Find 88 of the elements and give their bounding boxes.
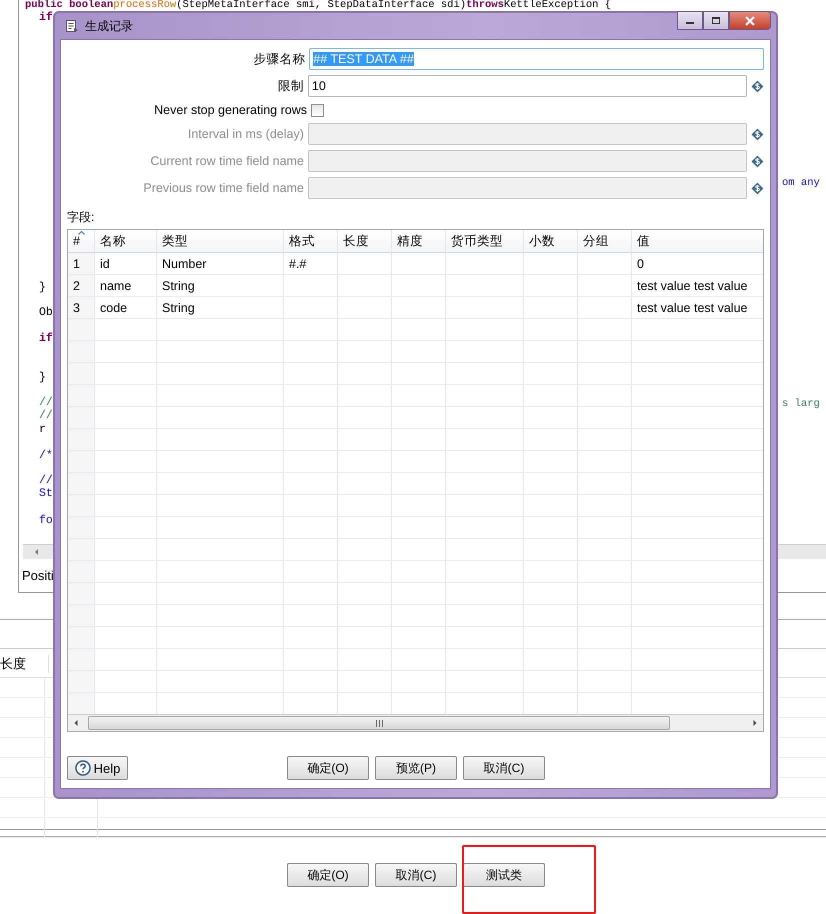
dialog-button[interactable]: 测试类 [463,863,545,887]
table-cell: name [95,275,157,296]
table-cell: code [95,297,157,318]
empty-row[interactable] [68,495,763,517]
field-label: 步骤名称 [252,50,306,68]
empty-row[interactable] [68,561,763,583]
column-header[interactable]: 分组 [578,230,632,252]
code-fragment: // [39,409,53,422]
input-field[interactable]: 10 [308,75,748,97]
window-title: 生成记录 [85,18,133,34]
column-header: 长度 [0,655,49,673]
code-fragment: om any [782,177,820,190]
table-cell: String [157,297,284,318]
dialog-button[interactable]: 取消(C) [463,756,545,780]
row-number: 3 [68,297,95,318]
dialog-button[interactable]: 取消(C) [375,863,457,887]
table-cell: test value test value [632,275,763,296]
code-fragment: } [39,281,46,294]
checkbox[interactable] [311,104,324,116]
help-icon [74,760,91,776]
table-cell: Number [157,253,284,274]
empty-row[interactable] [68,671,763,693]
column-header[interactable]: 名称 [95,230,157,252]
table-cell: String [157,275,284,296]
left-arrow-icon[interactable] [33,548,41,556]
row-number: 1 [68,253,95,274]
variable-icon[interactable] [751,80,764,92]
code-fragment: /* [39,449,53,462]
right-arrow-icon[interactable] [752,719,758,727]
column-header[interactable]: 长度 [338,230,392,252]
left-arrow-icon[interactable] [73,719,79,727]
table-cell: id [95,253,157,274]
row-number: 2 [68,275,95,296]
maximize-icon [711,16,721,25]
field-label: Interval in ms (delay) [186,127,305,141]
empty-row[interactable] [68,363,763,385]
empty-row[interactable] [68,473,763,495]
column-header[interactable]: 小数 [524,230,578,252]
column-header[interactable]: 货币类型 [446,230,524,252]
close-icon [744,16,756,26]
field-label: Current row time field name [149,154,305,168]
table-cell: #.# [284,253,338,274]
field-label: 限制 [276,78,305,94]
empty-row[interactable] [68,385,763,407]
help-button[interactable]: Help [67,756,128,780]
empty-row[interactable] [68,539,763,561]
scroll-thumb[interactable] [88,716,670,730]
column-header[interactable]: 格式 [284,230,338,252]
empty-row[interactable] [68,649,763,671]
code-fragment: Ob [39,306,53,319]
sort-icon [78,231,85,235]
status-text: Positi [22,568,54,583]
empty-row[interactable] [68,605,763,627]
code-fragment: r [39,423,46,436]
column-header[interactable]: # [68,230,95,252]
code-fragment: s larg [782,398,820,411]
empty-row[interactable] [68,451,763,473]
dialog-button[interactable]: 预览(P) [375,756,457,780]
section-label: 字段: [67,209,96,225]
scrollbar[interactable] [68,714,763,731]
empty-row[interactable] [68,429,763,451]
table-cell: 0 [632,253,763,274]
code-fragment: // [39,474,53,487]
close-button[interactable] [729,11,771,30]
empty-row[interactable] [68,583,763,605]
column-header[interactable]: 类型 [157,230,284,252]
column-header[interactable]: 值 [632,230,763,252]
code-fragment: if [39,11,53,24]
code-fragment: fo [39,514,53,527]
checkbox-label: Never stop generating rows [153,103,308,117]
minimize-button[interactable] [677,11,703,30]
code-fragment: } [39,371,46,384]
dialog-button[interactable]: 确定(O) [287,863,369,887]
empty-row[interactable] [68,407,763,429]
maximize-button[interactable] [703,11,729,30]
empty-row[interactable] [68,627,763,649]
dialog-button[interactable]: 确定(O) [287,756,369,780]
empty-row[interactable] [68,319,763,341]
table-cell: test value test value [632,297,763,318]
empty-row[interactable] [68,517,763,539]
grip-icon [374,720,384,726]
code-fragment: if [39,332,53,345]
empty-row[interactable] [68,341,763,363]
field-label: Previous row time field name [142,181,305,195]
code-fragment: St [39,487,53,500]
code-fragment: // [39,396,53,409]
column-header[interactable]: 精度 [392,230,446,252]
document-icon [65,19,79,33]
